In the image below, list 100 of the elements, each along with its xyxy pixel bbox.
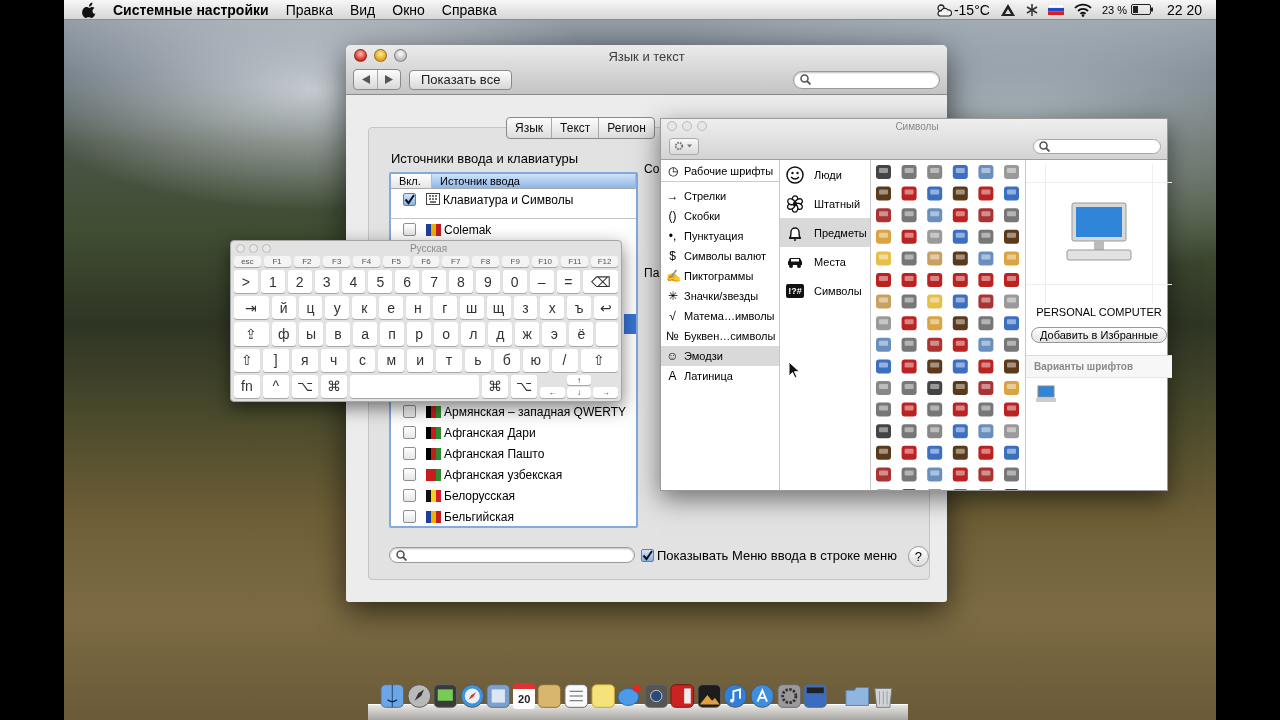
function-key[interactable]: F5 [382,256,410,267]
search-field[interactable] [1033,138,1161,154]
key[interactable]: ⌫ [583,270,618,294]
function-key[interactable]: F7 [442,256,470,267]
battery-icon[interactable] [1130,4,1153,15]
key[interactable]: ш [459,296,484,320]
calendar-icon[interactable]: 20 [512,683,536,709]
key[interactable]: 8 [449,270,473,294]
key[interactable]: 0 [502,270,527,294]
key[interactable]: в [325,322,350,346]
arrow-key[interactable]: ← [540,387,565,398]
key[interactable]: > [234,270,258,294]
category-item[interactable]: () Скобки [661,206,779,226]
key[interactable]: 1 [260,270,285,294]
category-item[interactable]: → Стрелки [661,186,779,206]
key[interactable]: ] [262,348,289,372]
search-field[interactable] [793,70,940,89]
key[interactable]: 2 [287,270,312,294]
key[interactable]: т [436,348,462,372]
key[interactable]: ч [320,348,347,372]
checkbox[interactable] [403,489,416,502]
flag-icon[interactable] [1047,4,1064,15]
menu-item[interactable]: Справка [441,1,497,18]
checkbox[interactable] [641,548,654,562]
key[interactable]: б [493,348,520,372]
key[interactable]: у [325,296,350,320]
key[interactable]: ⌘ [482,374,509,398]
key[interactable]: 4 [341,270,366,294]
checkbox[interactable] [403,426,416,439]
group-item[interactable]: Люди [780,160,870,189]
key[interactable]: 9 [475,270,500,294]
list-row[interactable]: Афганская узбекская [391,464,636,485]
checkbox-label[interactable]: Показывать Меню ввода в строке меню [657,547,897,563]
list-row[interactable]: Афганская Пашто [391,443,636,464]
triangle-icon[interactable] [999,2,1016,17]
chat-bubbles-icon[interactable] [617,683,642,709]
category-item[interactable]: ◷ Рабочие шрифты [661,161,779,182]
key[interactable]: ⇧ [580,348,618,372]
category-item[interactable]: ✍ Пиктограммы [661,266,779,286]
computer-icon[interactable] [1036,385,1056,403]
menu-item[interactable]: Вид [349,1,376,18]
key[interactable]: д [488,322,513,346]
key[interactable]: и [407,348,434,372]
checkbox[interactable] [403,405,416,418]
key[interactable]: ⇥ [234,296,269,320]
key[interactable]: ^ [262,374,289,398]
function-key[interactable]: F2 [293,256,321,267]
rocket-icon[interactable] [406,683,432,709]
minimize-button[interactable] [374,48,387,62]
key[interactable]: м [378,348,405,372]
group-item[interactable]: Штатный [780,189,870,218]
key[interactable]: ы [298,322,323,346]
battery-percentage[interactable]: 23 % [1101,3,1127,16]
list-row[interactable]: Colemak [391,219,636,240]
column-header[interactable]: Вкл. [391,174,432,189]
tab[interactable]: Язык [507,118,552,138]
key[interactable]: ж [515,322,540,346]
key[interactable]: п [380,322,405,346]
key[interactable]: / [551,348,578,372]
sticky-note-icon[interactable] [590,683,616,709]
arrow-key[interactable]: ↑ [566,374,592,386]
checklist-icon[interactable] [564,683,589,709]
key[interactable]: ё [569,322,594,346]
key[interactable]: а [353,322,378,346]
list-row[interactable]: Клавиатура и Символы [391,189,636,219]
function-key[interactable]: F1 [263,256,291,267]
checkbox[interactable] [403,447,416,460]
list-row[interactable]: Афганская Дари [391,422,636,443]
add-to-favorites-button[interactable]: Добавить в Избранные [1030,327,1168,343]
search-field[interactable] [389,547,635,563]
asterisk-icon[interactable] [1025,2,1038,17]
clock[interactable]: 22 20 [1166,1,1202,18]
key[interactable]: з [513,296,538,320]
photo-icon[interactable] [433,683,458,709]
function-key[interactable]: F10 [531,256,559,267]
key[interactable]: ⇪ [234,322,269,346]
category-item[interactable]: № Буквен…символы [661,326,779,346]
settings-menu-button[interactable] [669,137,699,155]
column-header[interactable]: Источник ввода [432,174,636,189]
key[interactable]: = [556,270,581,294]
function-key[interactable]: F3 [323,256,351,267]
key[interactable]: 5 [368,270,393,294]
key[interactable]: г [432,296,457,320]
key[interactable]: fn [234,374,260,398]
key[interactable]: ь [465,348,491,372]
tab[interactable]: Регион [598,118,654,138]
key[interactable]: ⌥ [291,374,318,398]
menu-item[interactable]: Правка [285,1,333,18]
key[interactable]: й [271,296,296,320]
tab[interactable]: Текст [551,118,599,138]
temperature-label[interactable]: -15°C [953,1,990,18]
key[interactable]: о [434,322,459,346]
key[interactable]: к [352,296,377,320]
function-key[interactable]: F8 [472,256,499,267]
show-all-button[interactable]: Показать все [409,69,513,90]
key[interactable]: – [529,270,554,294]
key[interactable]: щ [486,296,511,320]
category-item[interactable]: •, Пунктуация [661,226,779,246]
category-item[interactable]: ✳ Значки/звезды [661,286,779,306]
key[interactable]: э [542,322,567,346]
